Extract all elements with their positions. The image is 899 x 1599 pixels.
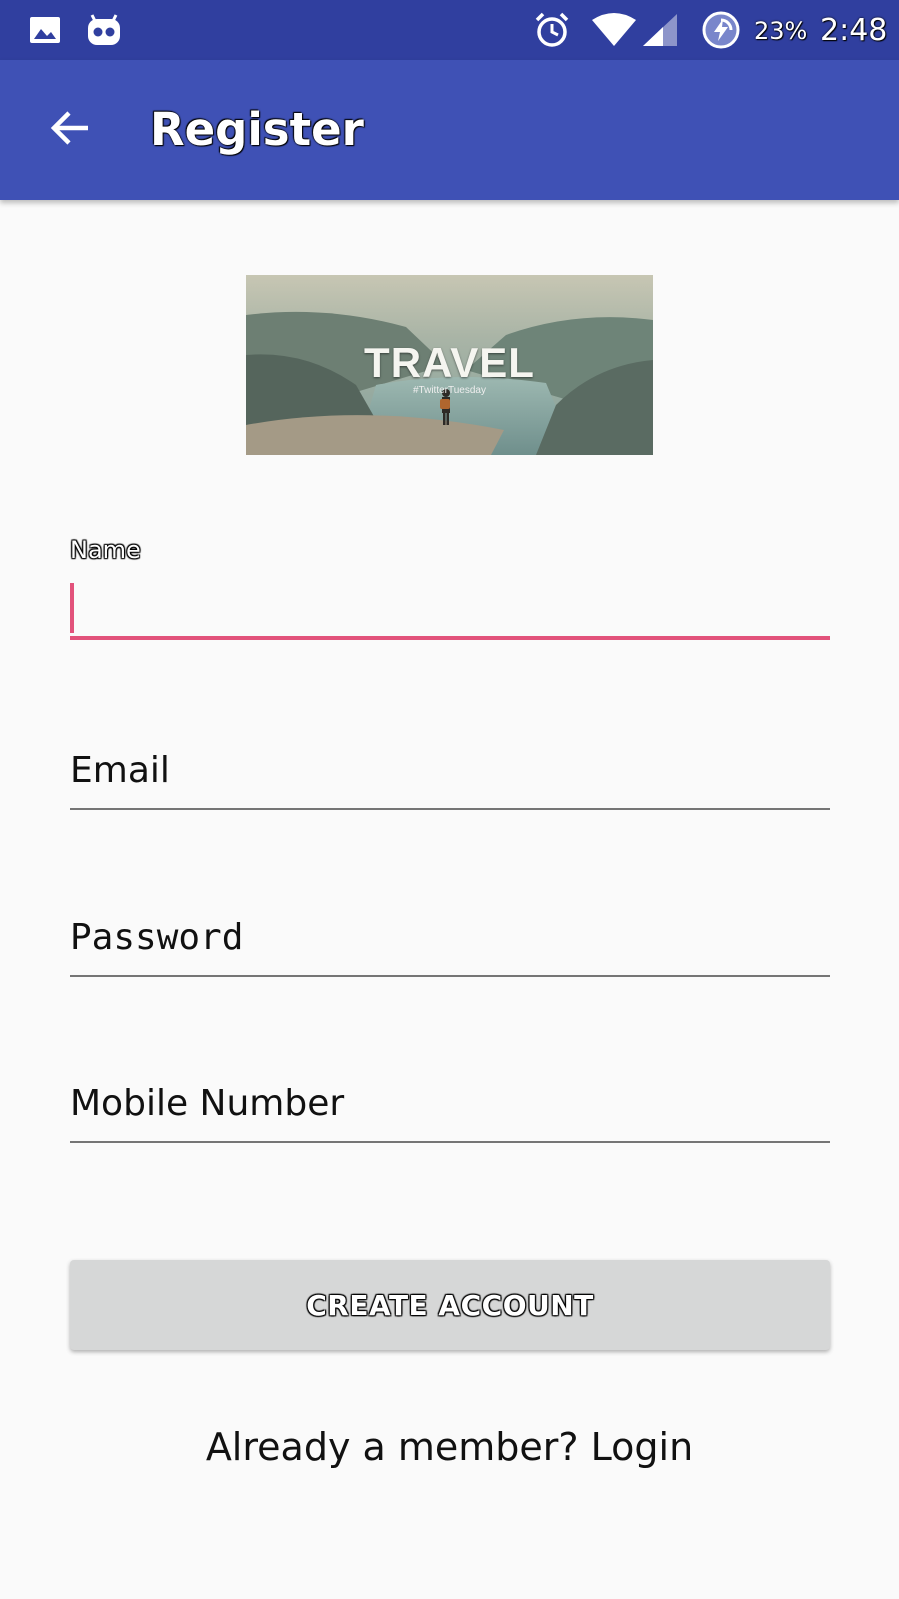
banner-title: TRAVEL <box>364 339 535 386</box>
email-field[interactable] <box>70 740 830 810</box>
login-link[interactable]: Already a member? Login <box>0 1425 899 1469</box>
alarm-icon <box>532 0 572 60</box>
banner-subtitle: #TwitterTuesday <box>413 385 486 396</box>
clock-time: 2:48 <box>820 13 888 48</box>
password-field[interactable] <box>70 907 830 977</box>
wifi-icon <box>590 0 638 60</box>
travel-banner-image: TRAVEL #TwitterTuesday <box>246 275 653 455</box>
text-cursor <box>70 583 74 633</box>
app-bar: Register <box>0 60 899 200</box>
robot-icon <box>84 0 124 60</box>
arrow-back-icon <box>48 106 92 155</box>
signal-icon <box>640 0 680 60</box>
name-field[interactable] <box>70 580 830 640</box>
status-bar: 23% 2:48 <box>0 0 899 60</box>
back-button[interactable] <box>42 102 98 158</box>
name-field-label: Name <box>70 536 141 564</box>
create-account-button[interactable]: CREATE ACCOUNT <box>70 1260 830 1350</box>
mobile-number-field[interactable] <box>70 1073 830 1143</box>
image-icon <box>28 0 62 60</box>
page-title: Register <box>150 103 364 156</box>
battery-charging-icon <box>700 0 742 60</box>
battery-percent: 23% <box>754 17 808 45</box>
